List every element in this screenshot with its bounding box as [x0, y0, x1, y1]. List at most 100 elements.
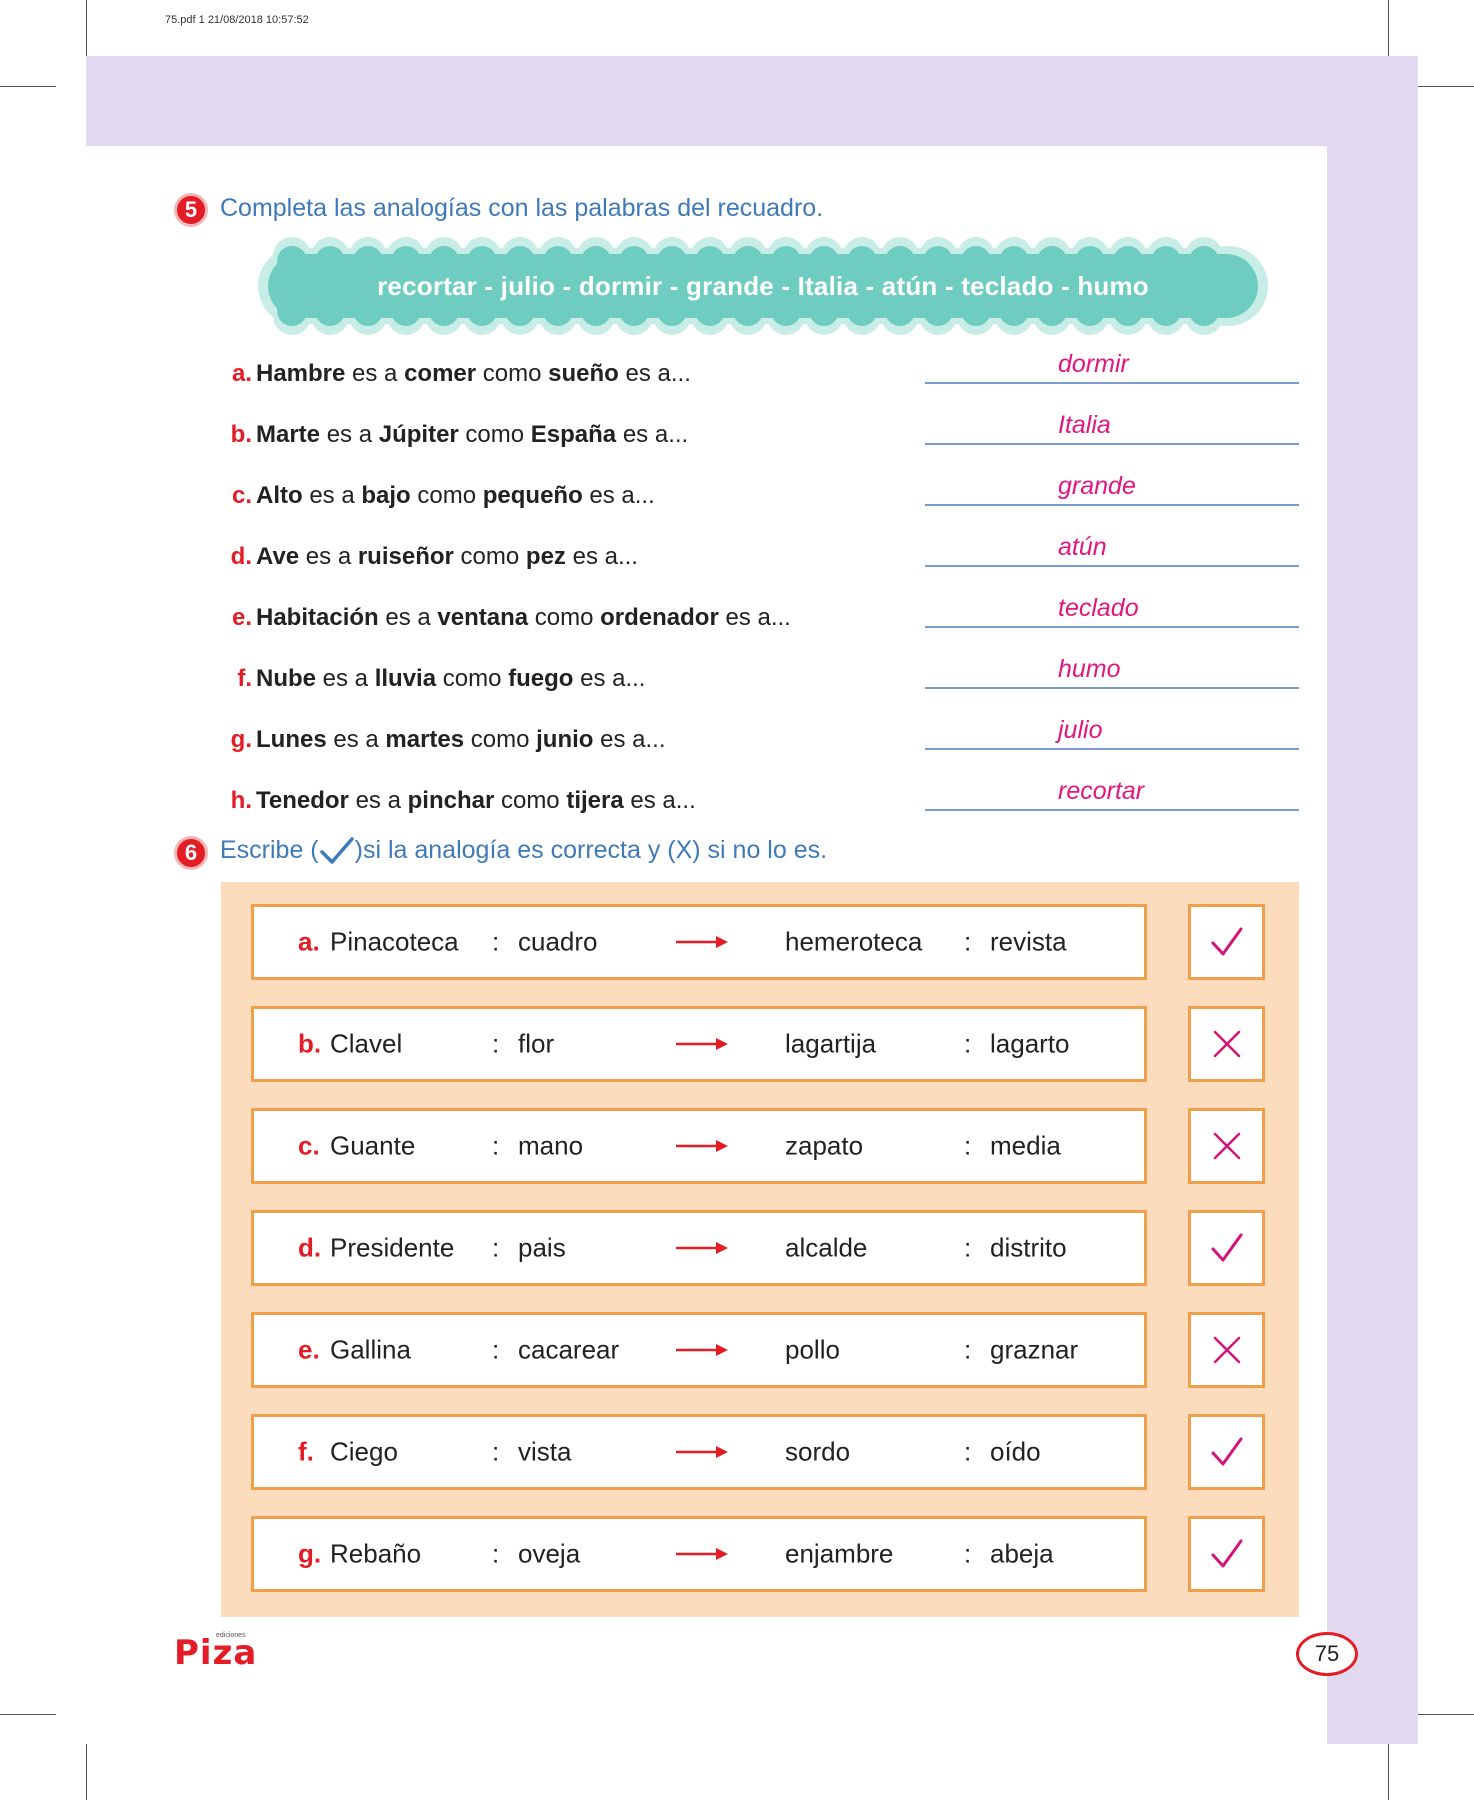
term-1: Ave: [256, 543, 300, 570]
connector: es a: [299, 543, 358, 570]
term-3: ordenador: [600, 604, 719, 631]
analogy-item: h. Tenedor es a pinchar como tijera es a.…: [220, 787, 696, 815]
row-letter: g.: [298, 1538, 322, 1569]
term-c: hemeroteca: [785, 926, 923, 957]
connector: como: [494, 787, 567, 814]
term-c: sordo: [785, 1436, 851, 1467]
term-d: lagarto: [990, 1028, 1070, 1059]
answer-mark-box[interactable]: [1188, 904, 1265, 980]
item-letter: e.: [231, 604, 252, 631]
answer-mark-box[interactable]: [1188, 1516, 1265, 1592]
term-d: revista: [990, 926, 1067, 957]
checkmark-icon: [1211, 1437, 1242, 1466]
connector: como: [410, 482, 483, 509]
term-c: lagartija: [785, 1028, 877, 1059]
connector: como: [436, 665, 509, 692]
row-letter: c.: [298, 1130, 320, 1161]
term-3: fuego: [508, 665, 574, 692]
colon-separator: :: [492, 1028, 500, 1059]
analogy-item: a. Hambre es a comer como sueño es a...: [220, 360, 691, 388]
row-letter: a.: [298, 926, 320, 957]
handwritten-answer: Italia: [1058, 411, 1111, 439]
term-1: Alto: [256, 482, 303, 509]
handwritten-answer: atún: [1058, 533, 1107, 561]
answer-line[interactable]: [925, 443, 1299, 445]
term-c: enjambre: [785, 1538, 894, 1569]
row-letter: d.: [298, 1232, 322, 1263]
answer-line[interactable]: [925, 565, 1299, 567]
item-letter: g.: [230, 726, 252, 753]
term-d: media: [990, 1130, 1061, 1161]
instruction-part-1: Escribe (: [220, 836, 319, 864]
checkmark-icon: [1211, 927, 1242, 956]
answer-line[interactable]: [925, 748, 1299, 750]
term-a: Pinacoteca: [330, 926, 459, 957]
analogy-item: e. Habitación es a ventana como ordenador…: [220, 604, 791, 632]
arrow-right-icon: [676, 1038, 728, 1050]
colon-separator: :: [964, 1130, 972, 1161]
answer-mark-box[interactable]: [1188, 1006, 1265, 1082]
answer-line[interactable]: [925, 687, 1299, 689]
answer-mark-box[interactable]: [1188, 1414, 1265, 1490]
colon-separator: :: [492, 1232, 500, 1263]
answer-line[interactable]: [925, 809, 1299, 811]
handwritten-answer: julio: [1058, 716, 1103, 744]
print-file-header: 75.pdf 1 21/08/2018 10:57:52: [165, 14, 309, 26]
term-3: España: [530, 421, 617, 448]
answer-mark-box[interactable]: [1188, 1108, 1265, 1184]
term-b: pais: [518, 1232, 566, 1263]
word-bank-box: recortar - julio - dormir - grande - Ita…: [258, 236, 1268, 336]
analogy-row: c. Guante: mano zapato: media: [251, 1108, 1147, 1184]
lavender-top-band: [86, 56, 1418, 146]
analogy-item: f. Nube es a lluvia como fuego es a...: [220, 665, 645, 693]
term-1: Nube: [256, 665, 316, 692]
term-2: bajo: [361, 482, 411, 509]
word-bank-text: recortar - julio - dormir - grande - Ita…: [377, 270, 1149, 301]
colon-separator: :: [492, 1130, 500, 1161]
cross-mark-icon: [1213, 1336, 1240, 1364]
handwritten-answer: teclado: [1058, 594, 1139, 622]
term-a: Presidente: [330, 1232, 455, 1263]
connector: como: [458, 421, 531, 448]
connector: es a...: [582, 482, 655, 509]
term-2: ruiseñor: [357, 543, 454, 570]
connector: es a...: [618, 360, 691, 387]
connector: es a: [378, 604, 438, 631]
term-3: tijera: [566, 787, 624, 814]
connector: es a: [316, 665, 375, 692]
colon-separator: :: [964, 1538, 972, 1569]
crop-mark: [1418, 1714, 1474, 1715]
answer-line[interactable]: [925, 382, 1299, 384]
svg-text:Piza: Piza: [174, 1633, 257, 1668]
exercise-6-instruction: Escribe ( )si la analogía es correcta y (…: [220, 836, 827, 866]
row-letter: f.: [298, 1436, 314, 1467]
item-letter: h.: [230, 787, 252, 814]
instruction-part-2: )si la analogía es correcta y (X) si no …: [354, 836, 828, 864]
term-d: oído: [990, 1436, 1041, 1467]
arrow-right-icon: [676, 1242, 728, 1254]
answer-line[interactable]: [925, 504, 1299, 506]
term-c: alcalde: [785, 1232, 868, 1263]
checkmark-icon: [1211, 1233, 1242, 1262]
term-1: Tenedor: [256, 787, 349, 814]
colon-separator: :: [492, 1538, 500, 1569]
exercise-5-instruction: Completa las analogías con las palabras …: [220, 194, 824, 222]
answer-mark-box[interactable]: [1188, 1312, 1265, 1388]
answer-line[interactable]: [925, 626, 1299, 628]
connector: es a: [326, 726, 386, 753]
piza-logo: ediciones Piza: [174, 1632, 257, 1673]
term-b: oveja: [518, 1538, 581, 1569]
analogy-item: b. Marte es a Júpiter como España es a...: [220, 421, 689, 449]
item-letter: c.: [231, 482, 252, 509]
term-2: ventana: [437, 604, 529, 631]
analogy-item: c. Alto es a bajo como pequeño es a...: [220, 482, 655, 510]
term-b: flor: [518, 1028, 555, 1059]
term-2: pinchar: [407, 787, 495, 814]
term-d: distrito: [990, 1232, 1067, 1263]
connector: es a: [302, 482, 362, 509]
colon-separator: :: [964, 926, 972, 957]
analogy-row: f. Ciego: vista sordo: oído: [251, 1414, 1147, 1490]
item-letter: b.: [230, 421, 252, 448]
answer-mark-box[interactable]: [1188, 1210, 1265, 1286]
handwritten-answer: grande: [1058, 472, 1136, 500]
